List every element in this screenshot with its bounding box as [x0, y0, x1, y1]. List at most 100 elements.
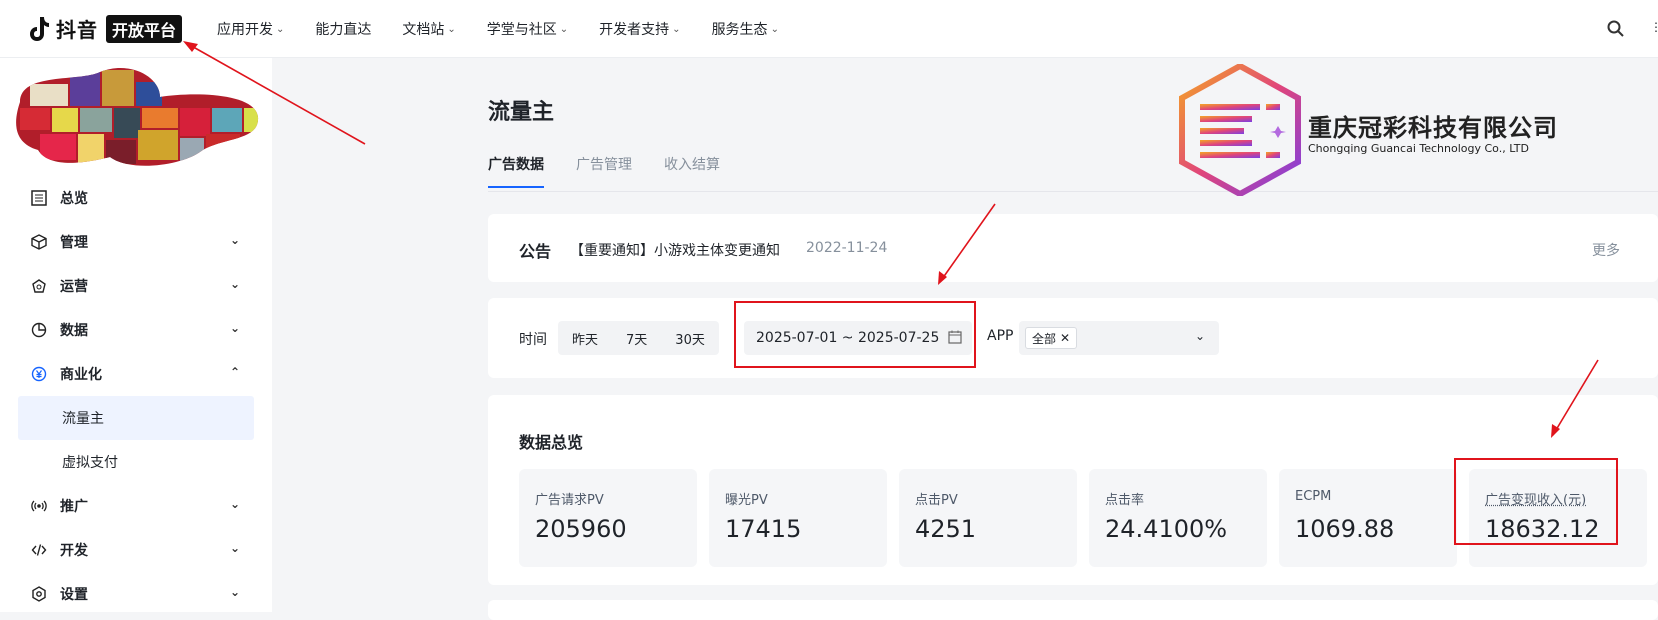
overview-icon [30, 189, 48, 207]
time-label: 时间 [519, 332, 547, 348]
broadcast-icon [30, 497, 48, 515]
chevron-down-icon: ⌄ [447, 23, 456, 35]
chevron-down-icon: ⌄ [770, 23, 779, 35]
metric-value: 4251 [915, 515, 977, 543]
next-card [488, 600, 1658, 620]
nav-docs[interactable]: 文档站 ⌄ [402, 19, 455, 39]
nav-label: 学堂与社区 [486, 22, 557, 38]
brand-name: 抖音 [56, 18, 98, 42]
sidebar-item-commercial[interactable]: 商业化 ⌃ [18, 352, 254, 396]
chevron-down-icon: ⌄ [229, 585, 240, 599]
metric-card: 曝光PV 17415 [709, 469, 887, 567]
nav-label: 应用开发 [217, 22, 273, 38]
metric-card: ECPM 1069.88 [1279, 469, 1457, 567]
operate-icon [30, 277, 48, 295]
sidebar-item-operate[interactable]: 运营 ⌄ [18, 264, 254, 308]
sidebar-item-traffic-owner[interactable]: 流量主 [18, 396, 254, 440]
chevron-down-icon: ⌄ [229, 277, 240, 291]
chevron-down-icon: ⌄ [1194, 329, 1205, 343]
nav-capability[interactable]: 能力直达 [315, 19, 371, 39]
tab-ad-manage[interactable]: 广告管理 [576, 154, 632, 188]
range-30d-button[interactable]: 30天 [661, 329, 719, 348]
metric-label: 点击率 [1105, 493, 1145, 508]
sidebar: 总览 管理 ⌄ 运营 ⌄ 数据 ⌄ 商业化 ⌃ 流量主 虚拟支付 推广 ⌄ 开发… [0, 58, 272, 612]
metric-label: ECPM [1295, 489, 1332, 504]
tab-ad-data[interactable]: 广告数据 [488, 154, 544, 188]
sidebar-item-manage[interactable]: 管理 ⌄ [18, 220, 254, 264]
metric-value: 205960 [535, 515, 627, 543]
logo[interactable]: 抖音 开放平台 [28, 14, 183, 43]
sidebar-item-promote[interactable]: 推广 ⌄ [18, 484, 254, 528]
chevron-down-icon: ⌄ [229, 497, 240, 511]
company-name-en: Chongqing Guancai Technology Co., LTD [1308, 142, 1529, 155]
chevron-down-icon: ⌄ [559, 23, 569, 35]
nav-academy[interactable]: 学堂与社区 ⌄ [487, 19, 568, 39]
chevron-down-icon: ⌄ [276, 23, 285, 35]
top-nav-menu: 应用开发 ⌄ 能力直达 文档站 ⌄ 学堂与社区 ⌄ 开发者支持 ⌄ 服务生态 ⌄ [217, 0, 779, 58]
close-icon[interactable]: ✕ [1060, 331, 1070, 345]
chevron-up-icon: ⌃ [229, 365, 240, 379]
app-tag: 全部 ✕ [1025, 327, 1078, 349]
nav-app-dev[interactable]: 应用开发 ⌄ [217, 19, 284, 39]
sidebar-item-label: 总览 [60, 191, 88, 207]
sidebar-item-label: 运营 [60, 279, 88, 295]
chevron-down-icon: ⌄ [229, 321, 240, 335]
nav-label: 服务生态 [711, 22, 768, 38]
company-logo-icon [1179, 62, 1301, 198]
sidebar-item-label: 推广 [60, 499, 88, 515]
overflow-icon[interactable]: ⋮ [1650, 20, 1658, 34]
sidebar-item-virtual-pay[interactable]: 虚拟支付 [18, 440, 254, 484]
tab-bar: 广告数据 广告管理 收入结算 [488, 154, 720, 188]
filter-card: 时间 昨天 7天 30天 2025-07-01 ~ 2025-07-25 APP… [488, 298, 1658, 378]
range-7d-button[interactable]: 7天 [612, 329, 661, 348]
pie-chart-icon [30, 321, 48, 339]
sidebar-item-overview[interactable]: 总览 [18, 176, 254, 220]
nav-label: 开发者支持 [599, 22, 670, 38]
app-select[interactable]: 全部 ✕ ⌄ [1019, 321, 1219, 355]
tiktok-logo-icon [30, 16, 49, 41]
metric-value: 17415 [725, 515, 802, 543]
search-icon[interactable] [1606, 19, 1626, 39]
sidebar-item-label: 设置 [60, 587, 88, 603]
yen-icon [30, 365, 48, 383]
company-name-cn: 重庆冠彩科技有限公司 [1308, 114, 1558, 142]
nav-dev-support[interactable]: 开发者支持 ⌄ [599, 19, 680, 39]
sidebar-item-data[interactable]: 数据 ⌄ [18, 308, 254, 352]
sidebar-item-develop[interactable]: 开发 ⌄ [18, 528, 254, 572]
avatar [16, 68, 259, 166]
sidebar-menu: 总览 管理 ⌄ 运营 ⌄ 数据 ⌄ 商业化 ⌃ 流量主 虚拟支付 推广 ⌄ 开发… [18, 176, 254, 616]
metric-label: 点击PV [915, 493, 958, 508]
metric-card: 广告请求PV 205960 [519, 469, 697, 567]
code-icon [30, 541, 48, 559]
metric-card: 点击PV 4251 [899, 469, 1077, 567]
sidebar-item-label: 流量主 [62, 411, 104, 427]
app-tag-label: 全部 [1032, 331, 1057, 346]
nav-ecosystem[interactable]: 服务生态 ⌄ [712, 19, 779, 39]
chevron-down-icon: ⌄ [229, 233, 240, 247]
notice-more-link[interactable]: 更多 [1592, 240, 1620, 260]
page-title: 流量主 [488, 100, 555, 125]
sidebar-item-label: 管理 [60, 235, 88, 251]
notice-card: 公告 【重要通知】小游戏主体变更通知 2022-11-24 更多 [488, 214, 1658, 282]
sidebar-item-label: 数据 [60, 323, 88, 339]
cube-icon [30, 233, 48, 251]
metric-card: 点击率 24.4100% [1089, 469, 1267, 567]
nav-label: 能力直达 [315, 22, 372, 38]
annotation-box-daterange [734, 301, 976, 368]
notice-link[interactable]: 【重要通知】小游戏主体变更通知 [570, 240, 780, 260]
metric-label: 广告请求PV [535, 493, 604, 508]
metric-value: 1069.88 [1295, 515, 1395, 543]
sidebar-item-settings[interactable]: 设置 ⌄ [18, 572, 254, 616]
app-label: APP [987, 328, 1014, 344]
tab-settlement[interactable]: 收入结算 [664, 154, 720, 188]
annotation-box-revenue [1454, 458, 1618, 545]
range-yesterday-button[interactable]: 昨天 [558, 329, 612, 348]
metric-value: 24.4100% [1105, 515, 1228, 543]
top-navbar: 抖音 开放平台 应用开发 ⌄ 能力直达 文档站 ⌄ 学堂与社区 ⌄ 开发者支持 ⌄ 服务… [0, 0, 1658, 58]
chevron-down-icon: ⌄ [229, 541, 240, 555]
sidebar-item-label: 虚拟支付 [62, 455, 118, 471]
company-watermark: 重庆冠彩科技有限公司 Chongqing Guancai Technology … [1178, 62, 1558, 198]
platform-badge: 开放平台 [106, 14, 183, 43]
overview-title: 数据总览 [519, 433, 584, 452]
sidebar-item-label: 商业化 [60, 367, 102, 383]
